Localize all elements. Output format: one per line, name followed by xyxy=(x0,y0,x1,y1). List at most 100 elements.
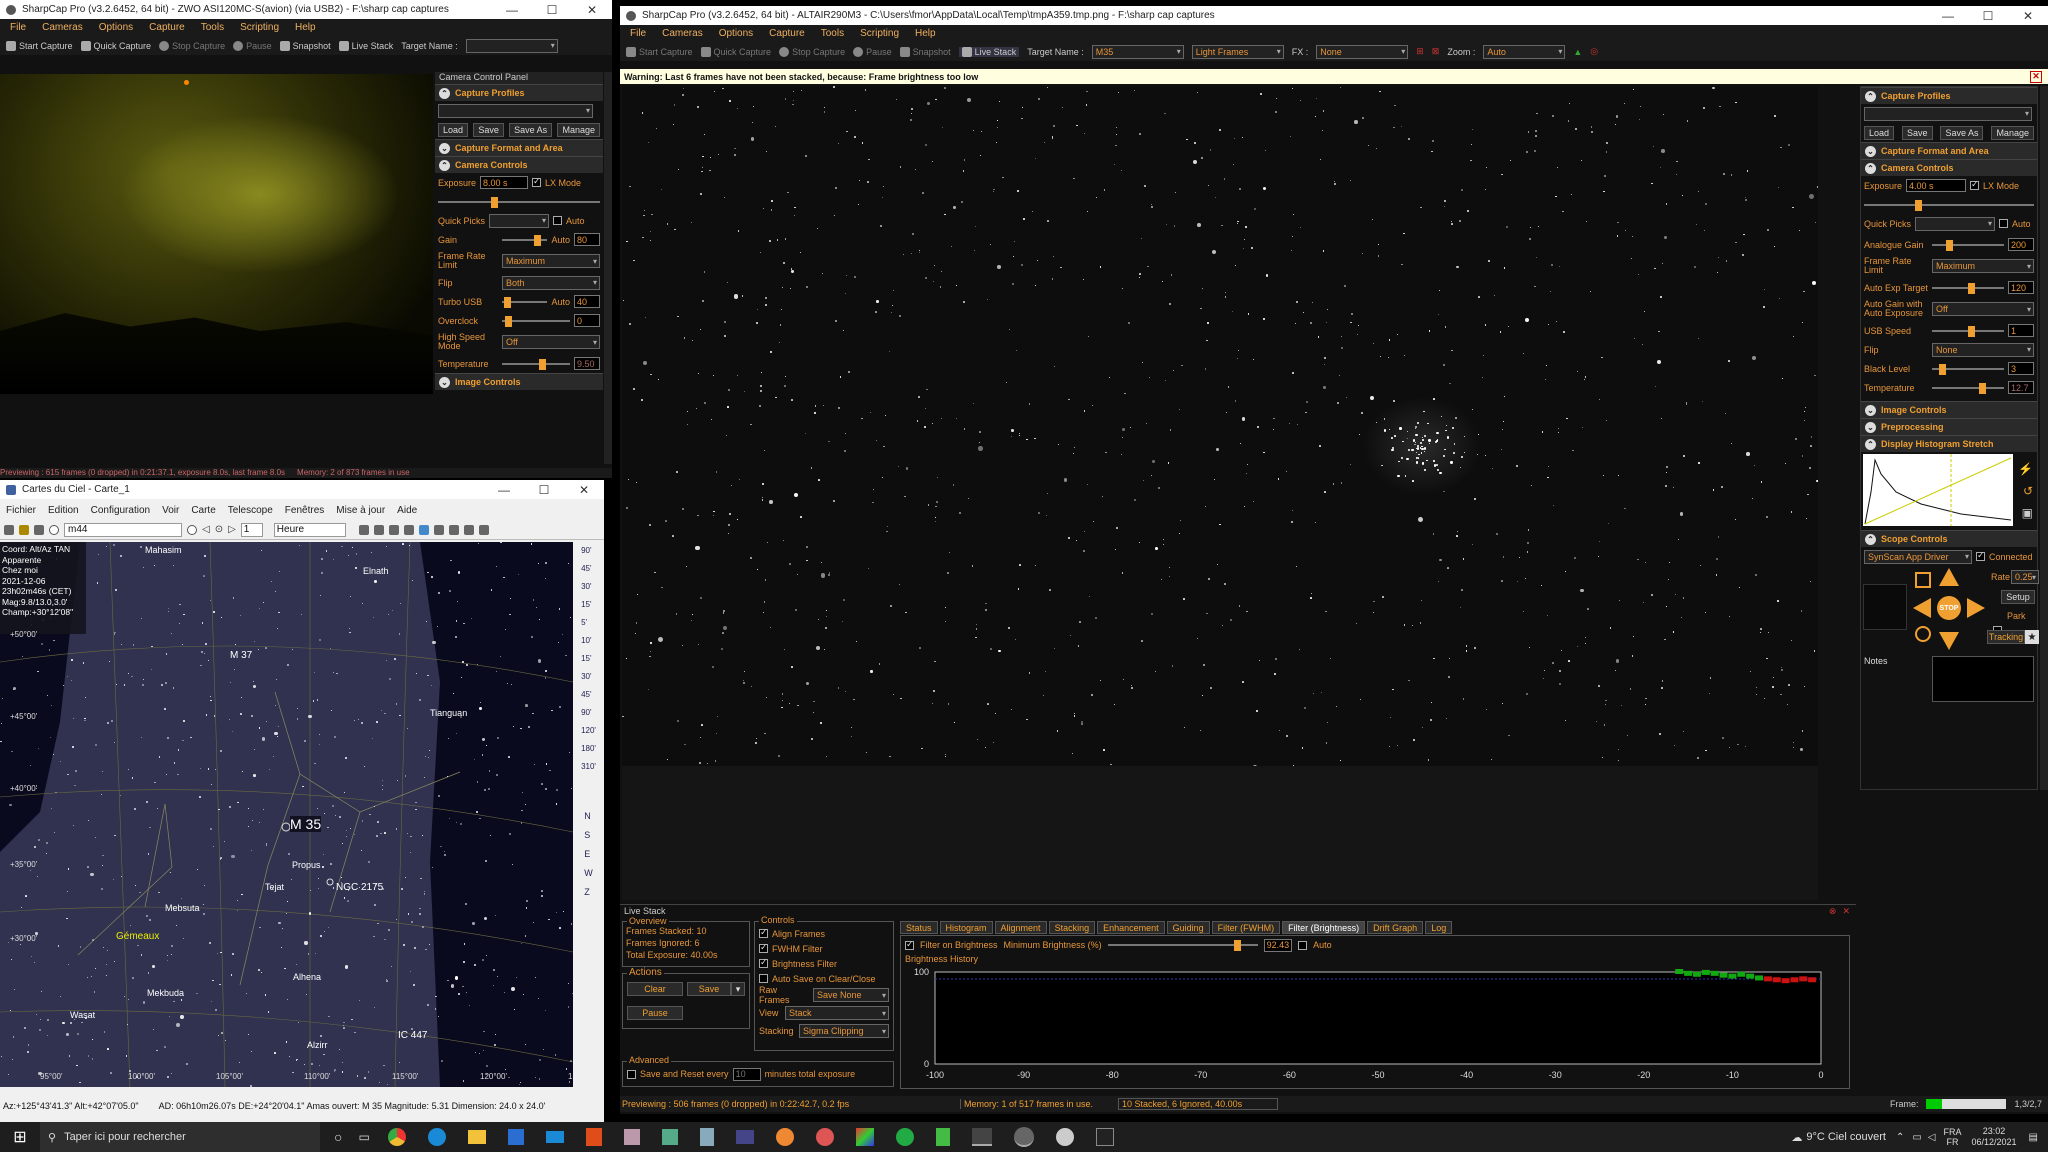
stop-capture-button[interactable]: Stop Capture xyxy=(159,40,225,51)
tab-drift-graph[interactable]: Drift Graph xyxy=(1367,921,1424,934)
align-frames-checkbox[interactable] xyxy=(759,927,768,938)
connected-checkbox[interactable] xyxy=(1976,550,1985,561)
profile-load-button[interactable]: Load xyxy=(438,122,469,137)
usb-speed-input[interactable]: 1 xyxy=(2008,324,2034,337)
tab-histogram[interactable]: Histogram xyxy=(939,921,993,934)
app-icon-2[interactable] xyxy=(661,1129,678,1145)
exposure-slider[interactable] xyxy=(438,196,600,208)
analogue-gain-input[interactable]: 200 xyxy=(2008,238,2034,251)
black-level-input[interactable]: 3 xyxy=(2008,362,2034,375)
live-star-field-image[interactable] xyxy=(622,86,1818,766)
tab-filter-fwhm-[interactable]: Filter (FWHM) xyxy=(1211,921,1281,934)
center-icon[interactable] xyxy=(403,524,414,535)
sharpcap-icon[interactable] xyxy=(1013,1127,1034,1147)
menu-item-help[interactable]: Help xyxy=(295,22,316,33)
auto-exp-slider[interactable] xyxy=(1932,282,2004,294)
profile-save-as-button[interactable]: Save As xyxy=(509,122,553,137)
fov-button[interactable]: 10' xyxy=(581,636,596,645)
cdc-menu-item[interactable]: Configuration xyxy=(91,505,150,516)
target-icon[interactable]: ◎ xyxy=(1590,46,1598,57)
filter-on-brightness-checkbox[interactable] xyxy=(905,939,914,950)
app-icon-9[interactable] xyxy=(1055,1128,1074,1146)
menu-item-tools[interactable]: Tools xyxy=(201,22,224,33)
minimize-icon[interactable]: — xyxy=(484,480,524,499)
open-icon[interactable] xyxy=(19,524,29,535)
snapshot-button[interactable]: Snapshot xyxy=(279,40,331,51)
list-icon[interactable] xyxy=(34,524,44,535)
reset-icon[interactable]: ↺ xyxy=(2023,484,2033,498)
menu-item-capture[interactable]: Capture xyxy=(149,22,185,33)
zoom-select[interactable]: Auto xyxy=(1483,44,1566,59)
edge-icon[interactable] xyxy=(427,1128,446,1146)
tab-guiding[interactable]: Guiding xyxy=(1166,921,1210,934)
north-arrow[interactable] xyxy=(1939,568,1959,586)
west-arrow[interactable] xyxy=(1913,598,1931,618)
label-m35[interactable]: M 35 xyxy=(290,816,322,832)
menu-item-scripting[interactable]: Scripting xyxy=(240,22,279,33)
scope-controls-header[interactable]: ⌃ Scope Controls xyxy=(1861,530,2037,547)
app-icon-6[interactable] xyxy=(855,1128,874,1146)
menu-item-cameras[interactable]: Cameras xyxy=(662,28,703,39)
volume-icon[interactable]: ◁ xyxy=(1928,1132,1936,1143)
pin-icon[interactable]: ⊗ xyxy=(1829,906,1837,917)
profile-select[interactable] xyxy=(438,103,593,118)
zoom-area-icon[interactable] xyxy=(373,524,384,535)
label-propus[interactable]: Propus xyxy=(292,860,321,870)
clock[interactable]: 23:02 06/12/2021 xyxy=(1972,1126,2017,1148)
auto-brightness-checkbox[interactable] xyxy=(1298,940,1308,950)
zoom-icon[interactable] xyxy=(358,524,369,535)
minimize-icon[interactable]: — xyxy=(492,0,532,19)
cdc-menu-item[interactable]: Fichier xyxy=(6,505,36,516)
menu-item-options[interactable]: Options xyxy=(719,28,753,39)
start-icon[interactable]: ⊞ xyxy=(0,1127,40,1147)
orientation-button[interactable]: W xyxy=(584,868,593,878)
quick-picks-select[interactable] xyxy=(489,213,550,228)
overclock-input[interactable]: 0 xyxy=(574,314,600,327)
left-scrollbar[interactable] xyxy=(604,72,612,464)
fov-button[interactable]: 15' xyxy=(581,600,596,609)
store-icon[interactable] xyxy=(507,1129,524,1145)
arrows-icon[interactable] xyxy=(388,524,399,535)
histogram-icon[interactable]: ▲ xyxy=(1573,47,1582,57)
quick-picks-select[interactable] xyxy=(1915,216,1996,231)
orientation-button[interactable]: S xyxy=(584,830,593,840)
raw-frames-select[interactable]: Save None xyxy=(813,988,889,1002)
setup-button[interactable]: Setup xyxy=(2001,590,2035,604)
close-icon[interactable]: ✕ xyxy=(564,480,604,499)
label-m37[interactable]: M 37 xyxy=(230,650,252,661)
gain-input[interactable]: 80 xyxy=(574,233,600,246)
globe-icon[interactable] xyxy=(463,524,474,535)
exposure-input[interactable]: 4.00 s xyxy=(1906,179,1967,192)
profile-save-button[interactable]: Save xyxy=(473,122,504,137)
slider-thumb[interactable] xyxy=(505,315,513,327)
menu-item-tools[interactable]: Tools xyxy=(821,28,844,39)
auto-exp-input[interactable]: 120 xyxy=(2008,281,2034,294)
histogram-stretch-header[interactable]: ⌃ Display Histogram Stretch xyxy=(1861,435,2037,452)
fov-button[interactable]: 310' xyxy=(581,762,596,771)
stop-capture-button[interactable]: Stop Capture xyxy=(779,46,845,57)
menu-item-options[interactable]: Options xyxy=(99,22,133,33)
tracking-button[interactable]: Tracking xyxy=(1987,630,2025,644)
fov-button[interactable]: 30' xyxy=(581,582,596,591)
cdc-menu-item[interactable]: Telescope xyxy=(228,505,273,516)
live-stack-button[interactable]: Live Stack xyxy=(958,46,1020,57)
reticle-icon[interactable]: ⊞ xyxy=(1416,46,1424,57)
high-speed-select[interactable]: Off xyxy=(502,335,600,349)
tab-log[interactable]: Log xyxy=(1425,921,1453,934)
usb-speed-slider[interactable] xyxy=(1932,325,2004,337)
camera-controls-header[interactable]: ⌃ Camera Controls xyxy=(1861,159,2037,176)
fov-button[interactable]: 45' xyxy=(581,690,596,699)
turbo-usb-input[interactable]: 40 xyxy=(574,295,600,308)
stretch-icon[interactable]: ⚡ xyxy=(2018,462,2033,476)
orientation-button[interactable]: Z xyxy=(584,887,593,897)
sky-chart[interactable]: Coord: Alt/Az TAN Apparente Chez moi 2021-1… xyxy=(0,542,573,1087)
crosshair-icon[interactable]: ⊠ xyxy=(1432,46,1440,57)
stacking-select[interactable]: Sigma Clipping xyxy=(799,1024,889,1038)
calculator-icon[interactable] xyxy=(699,1128,714,1146)
cdc-menu-item[interactable]: Mise à jour xyxy=(336,505,385,516)
search-icon[interactable] xyxy=(49,524,59,535)
print-icon[interactable] xyxy=(4,524,14,535)
save-reset-checkbox[interactable] xyxy=(627,1069,636,1079)
slider-thumb[interactable] xyxy=(1968,282,1975,294)
slider-thumb[interactable] xyxy=(1968,325,1975,337)
